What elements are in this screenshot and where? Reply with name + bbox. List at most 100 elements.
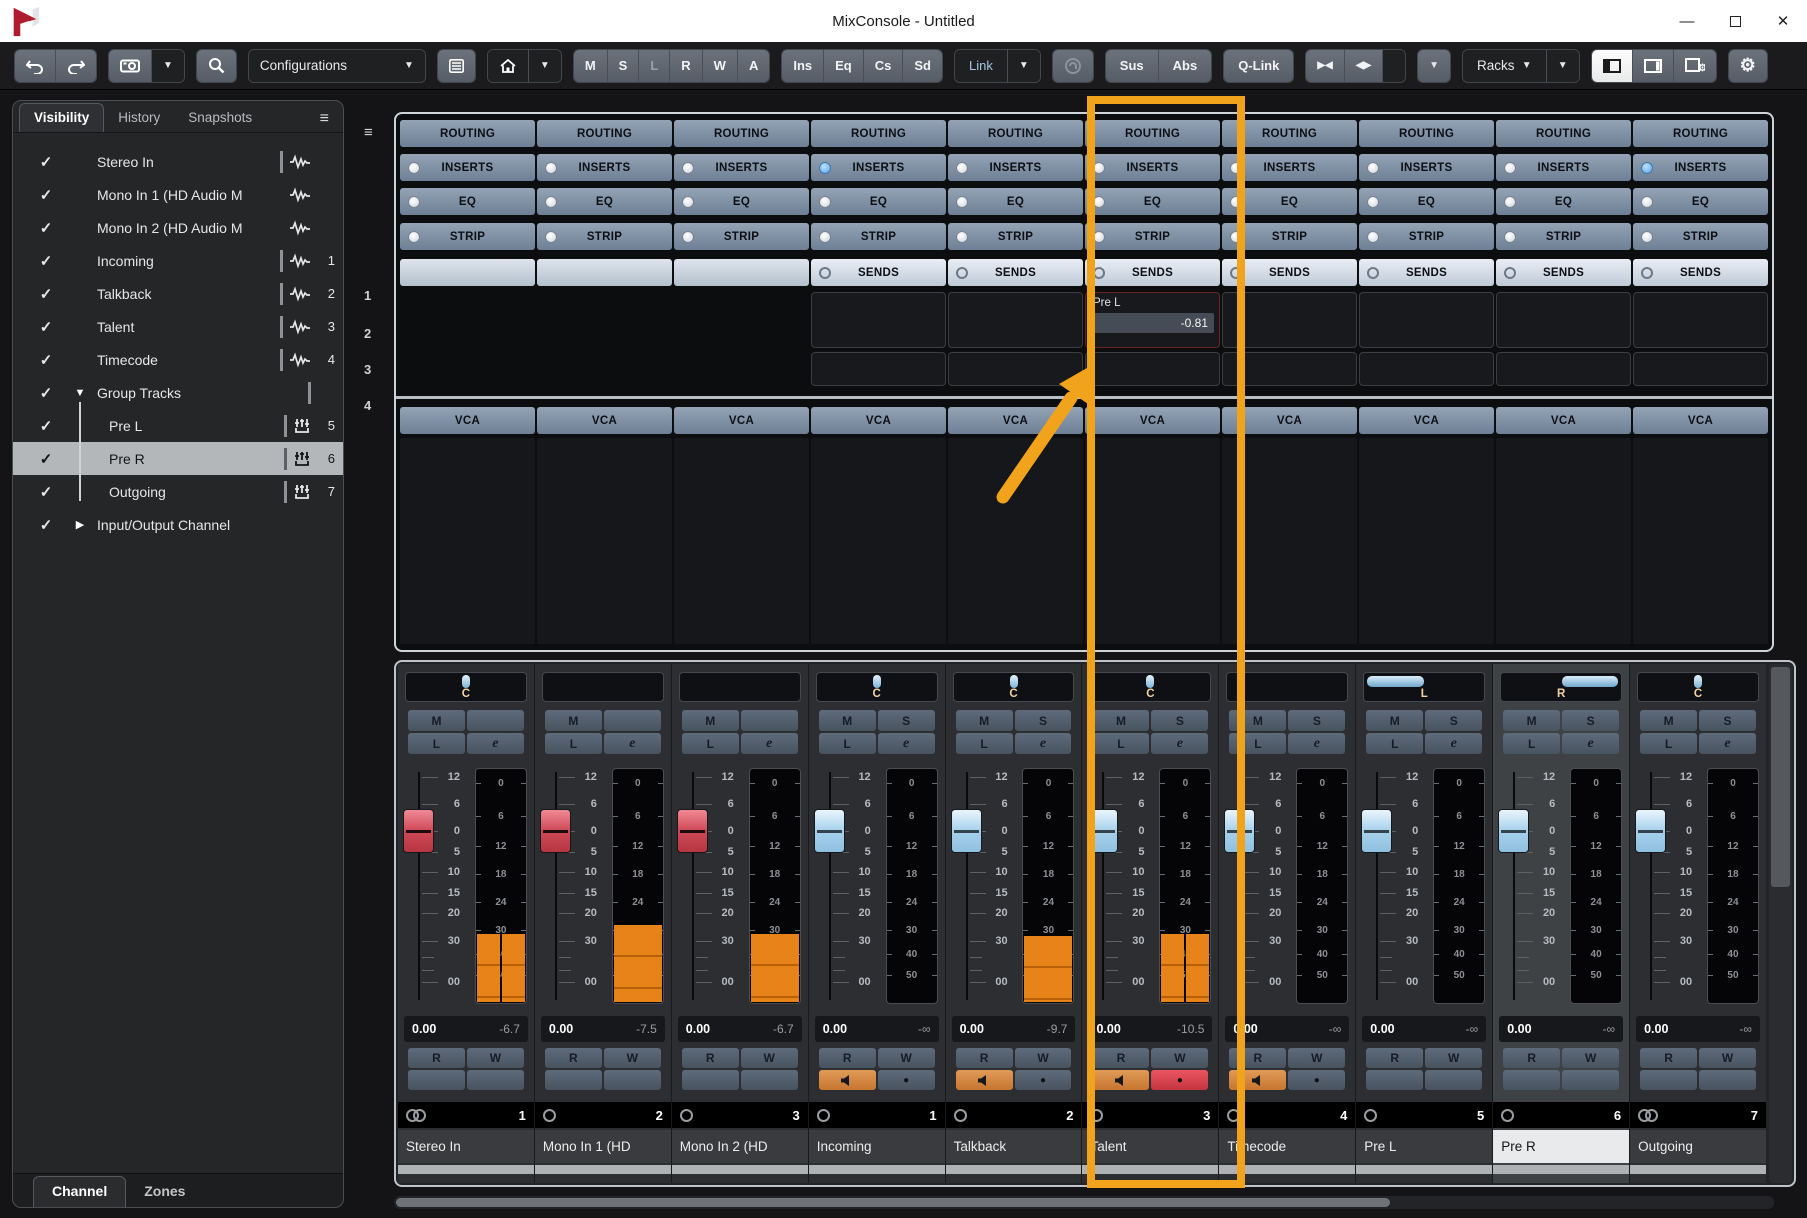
listen-button[interactable]: L xyxy=(1640,733,1697,754)
send-slot-empty[interactable] xyxy=(1085,352,1220,386)
rack-routing-pre-l[interactable]: ROUTING xyxy=(1359,120,1494,147)
meter-peak-value[interactable]: -10.5 xyxy=(1177,1022,1204,1036)
rack-sends-talent[interactable]: SENDS xyxy=(1085,259,1220,286)
visibility-checkmark-icon[interactable]: ✓ xyxy=(31,285,61,303)
blank-button[interactable] xyxy=(408,1070,465,1090)
channel-name[interactable]: Timecode xyxy=(1219,1130,1355,1163)
edit-channel-settings-button[interactable]: e xyxy=(1562,733,1619,754)
record-enable-button[interactable]: ● xyxy=(878,1070,935,1090)
meter-peak-value[interactable]: -∞ xyxy=(1739,1022,1752,1036)
expand-triangle-icon[interactable]: ▶ xyxy=(71,518,89,531)
rack-eq-pre-l[interactable]: EQ xyxy=(1359,188,1494,215)
fader-handle[interactable] xyxy=(1361,809,1392,853)
mute-button[interactable]: M xyxy=(819,710,876,731)
rack-vca-talkback[interactable]: VCA xyxy=(948,407,1083,434)
visibility-checkmark-icon[interactable]: ✓ xyxy=(31,186,61,204)
rack-inserts-timecode[interactable]: INSERTS xyxy=(1222,154,1357,181)
write-automation-button[interactable]: W xyxy=(741,1048,798,1068)
pan-control[interactable]: C xyxy=(1637,672,1759,702)
filter-listen-button[interactable]: L xyxy=(639,50,670,82)
pan-control[interactable]: C xyxy=(405,672,527,702)
read-automation-button[interactable]: R xyxy=(956,1048,1013,1068)
solo-button[interactable]: S xyxy=(1288,710,1345,731)
visibility-checkmark-icon[interactable]: ✓ xyxy=(31,516,61,534)
visibility-checkmark-icon[interactable]: ✓ xyxy=(31,483,61,501)
rack-strip-outgoing[interactable]: STRIP xyxy=(1633,223,1768,250)
rack-routing-incoming[interactable]: ROUTING xyxy=(811,120,946,147)
send-slot-empty[interactable] xyxy=(1359,352,1494,386)
meter-peak-value[interactable]: -7.5 xyxy=(636,1022,657,1036)
channel-name[interactable]: Stereo In xyxy=(398,1130,534,1163)
rack-routing-talent[interactable]: ROUTING xyxy=(1085,120,1220,147)
inserts-led[interactable] xyxy=(819,162,831,174)
sends-led[interactable] xyxy=(1641,267,1653,279)
collapse-triangle-icon[interactable]: ▼ xyxy=(71,387,89,399)
send-slot-empty[interactable] xyxy=(1359,292,1494,348)
fader-gain-value[interactable]: 0.00 xyxy=(549,1022,573,1036)
channel-name[interactable]: Talkback xyxy=(946,1130,1082,1163)
filter-write-button[interactable]: W xyxy=(703,50,738,82)
send-slot-empty[interactable] xyxy=(1496,292,1631,348)
solo-button[interactable]: S xyxy=(1151,710,1208,731)
tab-visibility[interactable]: Visibility xyxy=(19,103,104,132)
eq-led[interactable] xyxy=(1367,196,1379,208)
solo-button[interactable]: S xyxy=(1015,710,1072,731)
fader-handle[interactable] xyxy=(1498,809,1529,853)
visibility-checkmark-icon[interactable]: ✓ xyxy=(31,450,61,468)
rack-routing-stereo-in[interactable]: ROUTING xyxy=(400,120,535,147)
rack-sends-pre-r[interactable]: SENDS xyxy=(1496,259,1631,286)
sends-led[interactable] xyxy=(1367,267,1379,279)
pan-control[interactable]: C xyxy=(816,672,938,702)
rack-eq-pre-r[interactable]: EQ xyxy=(1496,188,1631,215)
link-button[interactable]: Link xyxy=(955,50,1008,82)
channel-color-strip[interactable] xyxy=(398,1165,534,1174)
rack-routing-mono-in-2-hd[interactable]: ROUTING xyxy=(674,120,809,147)
channel-name[interactable]: Incoming xyxy=(809,1130,945,1163)
write-automation-button[interactable]: W xyxy=(1425,1048,1482,1068)
send-slot-empty[interactable] xyxy=(811,352,946,386)
rack-strip-incoming[interactable]: STRIP xyxy=(811,223,946,250)
channel-color-strip[interactable] xyxy=(1356,1165,1492,1174)
eq-led[interactable] xyxy=(1230,196,1242,208)
channel-list-item-outgoing[interactable]: ✓Outgoing7 xyxy=(13,475,343,508)
rack-strip-pre-r[interactable]: STRIP xyxy=(1496,223,1631,250)
rack-rows-menu-icon[interactable]: ≡ xyxy=(364,124,373,141)
read-automation-button[interactable]: R xyxy=(819,1048,876,1068)
bypass-strip-button[interactable]: Cs xyxy=(864,50,904,82)
record-enable-button[interactable]: ● xyxy=(1015,1070,1072,1090)
sends-led[interactable] xyxy=(1504,267,1516,279)
read-automation-button[interactable]: R xyxy=(682,1048,739,1068)
mute-button[interactable]: M xyxy=(545,710,602,731)
read-automation-button[interactable]: R xyxy=(1092,1048,1149,1068)
edit-channel-settings-button[interactable]: e xyxy=(878,733,935,754)
write-automation-button[interactable]: W xyxy=(878,1048,935,1068)
mute-button[interactable]: M xyxy=(1503,710,1560,731)
racks-dropdown[interactable]: Racks ▼ xyxy=(1463,50,1547,82)
visibility-checkmark-icon[interactable]: ✓ xyxy=(31,318,61,336)
rack-sends-talkback[interactable]: SENDS xyxy=(948,259,1083,286)
send-slot-pre-l[interactable]: Pre L-0.81 xyxy=(1085,292,1220,348)
blank-button[interactable] xyxy=(682,1070,739,1090)
channel-name[interactable]: Pre L xyxy=(1356,1130,1492,1163)
channel-list-item-input-output-channel[interactable]: ✓▶Input/Output Channel xyxy=(13,508,343,541)
send-slot-empty[interactable] xyxy=(811,292,946,348)
inserts-led[interactable] xyxy=(682,162,694,174)
channel-color-strip[interactable] xyxy=(1219,1165,1355,1174)
listen-button[interactable]: L xyxy=(1092,733,1149,754)
write-automation-button[interactable]: W xyxy=(604,1048,661,1068)
write-automation-button[interactable]: W xyxy=(1151,1048,1208,1068)
home-button[interactable] xyxy=(488,50,529,82)
fader-handle[interactable] xyxy=(677,809,708,853)
blank-button[interactable] xyxy=(604,710,661,731)
channel-list-item-mono-in-2-hd-audio-m[interactable]: ✓Mono In 2 (HD Audio M xyxy=(13,211,343,244)
strip-led[interactable] xyxy=(545,231,557,243)
write-automation-button[interactable]: W xyxy=(1699,1048,1756,1068)
visibility-checkmark-icon[interactable]: ✓ xyxy=(31,351,61,369)
rack-sends-outgoing[interactable]: SENDS xyxy=(1633,259,1768,286)
edit-channel-settings-button[interactable]: e xyxy=(1288,733,1345,754)
monitor-button[interactable] xyxy=(1229,1070,1286,1090)
meter-peak-value[interactable]: -∞ xyxy=(1466,1022,1479,1036)
rack-sends-timecode[interactable]: SENDS xyxy=(1222,259,1357,286)
channel-name[interactable]: Mono In 1 (HD xyxy=(535,1130,671,1163)
blank-button[interactable] xyxy=(604,1070,661,1090)
